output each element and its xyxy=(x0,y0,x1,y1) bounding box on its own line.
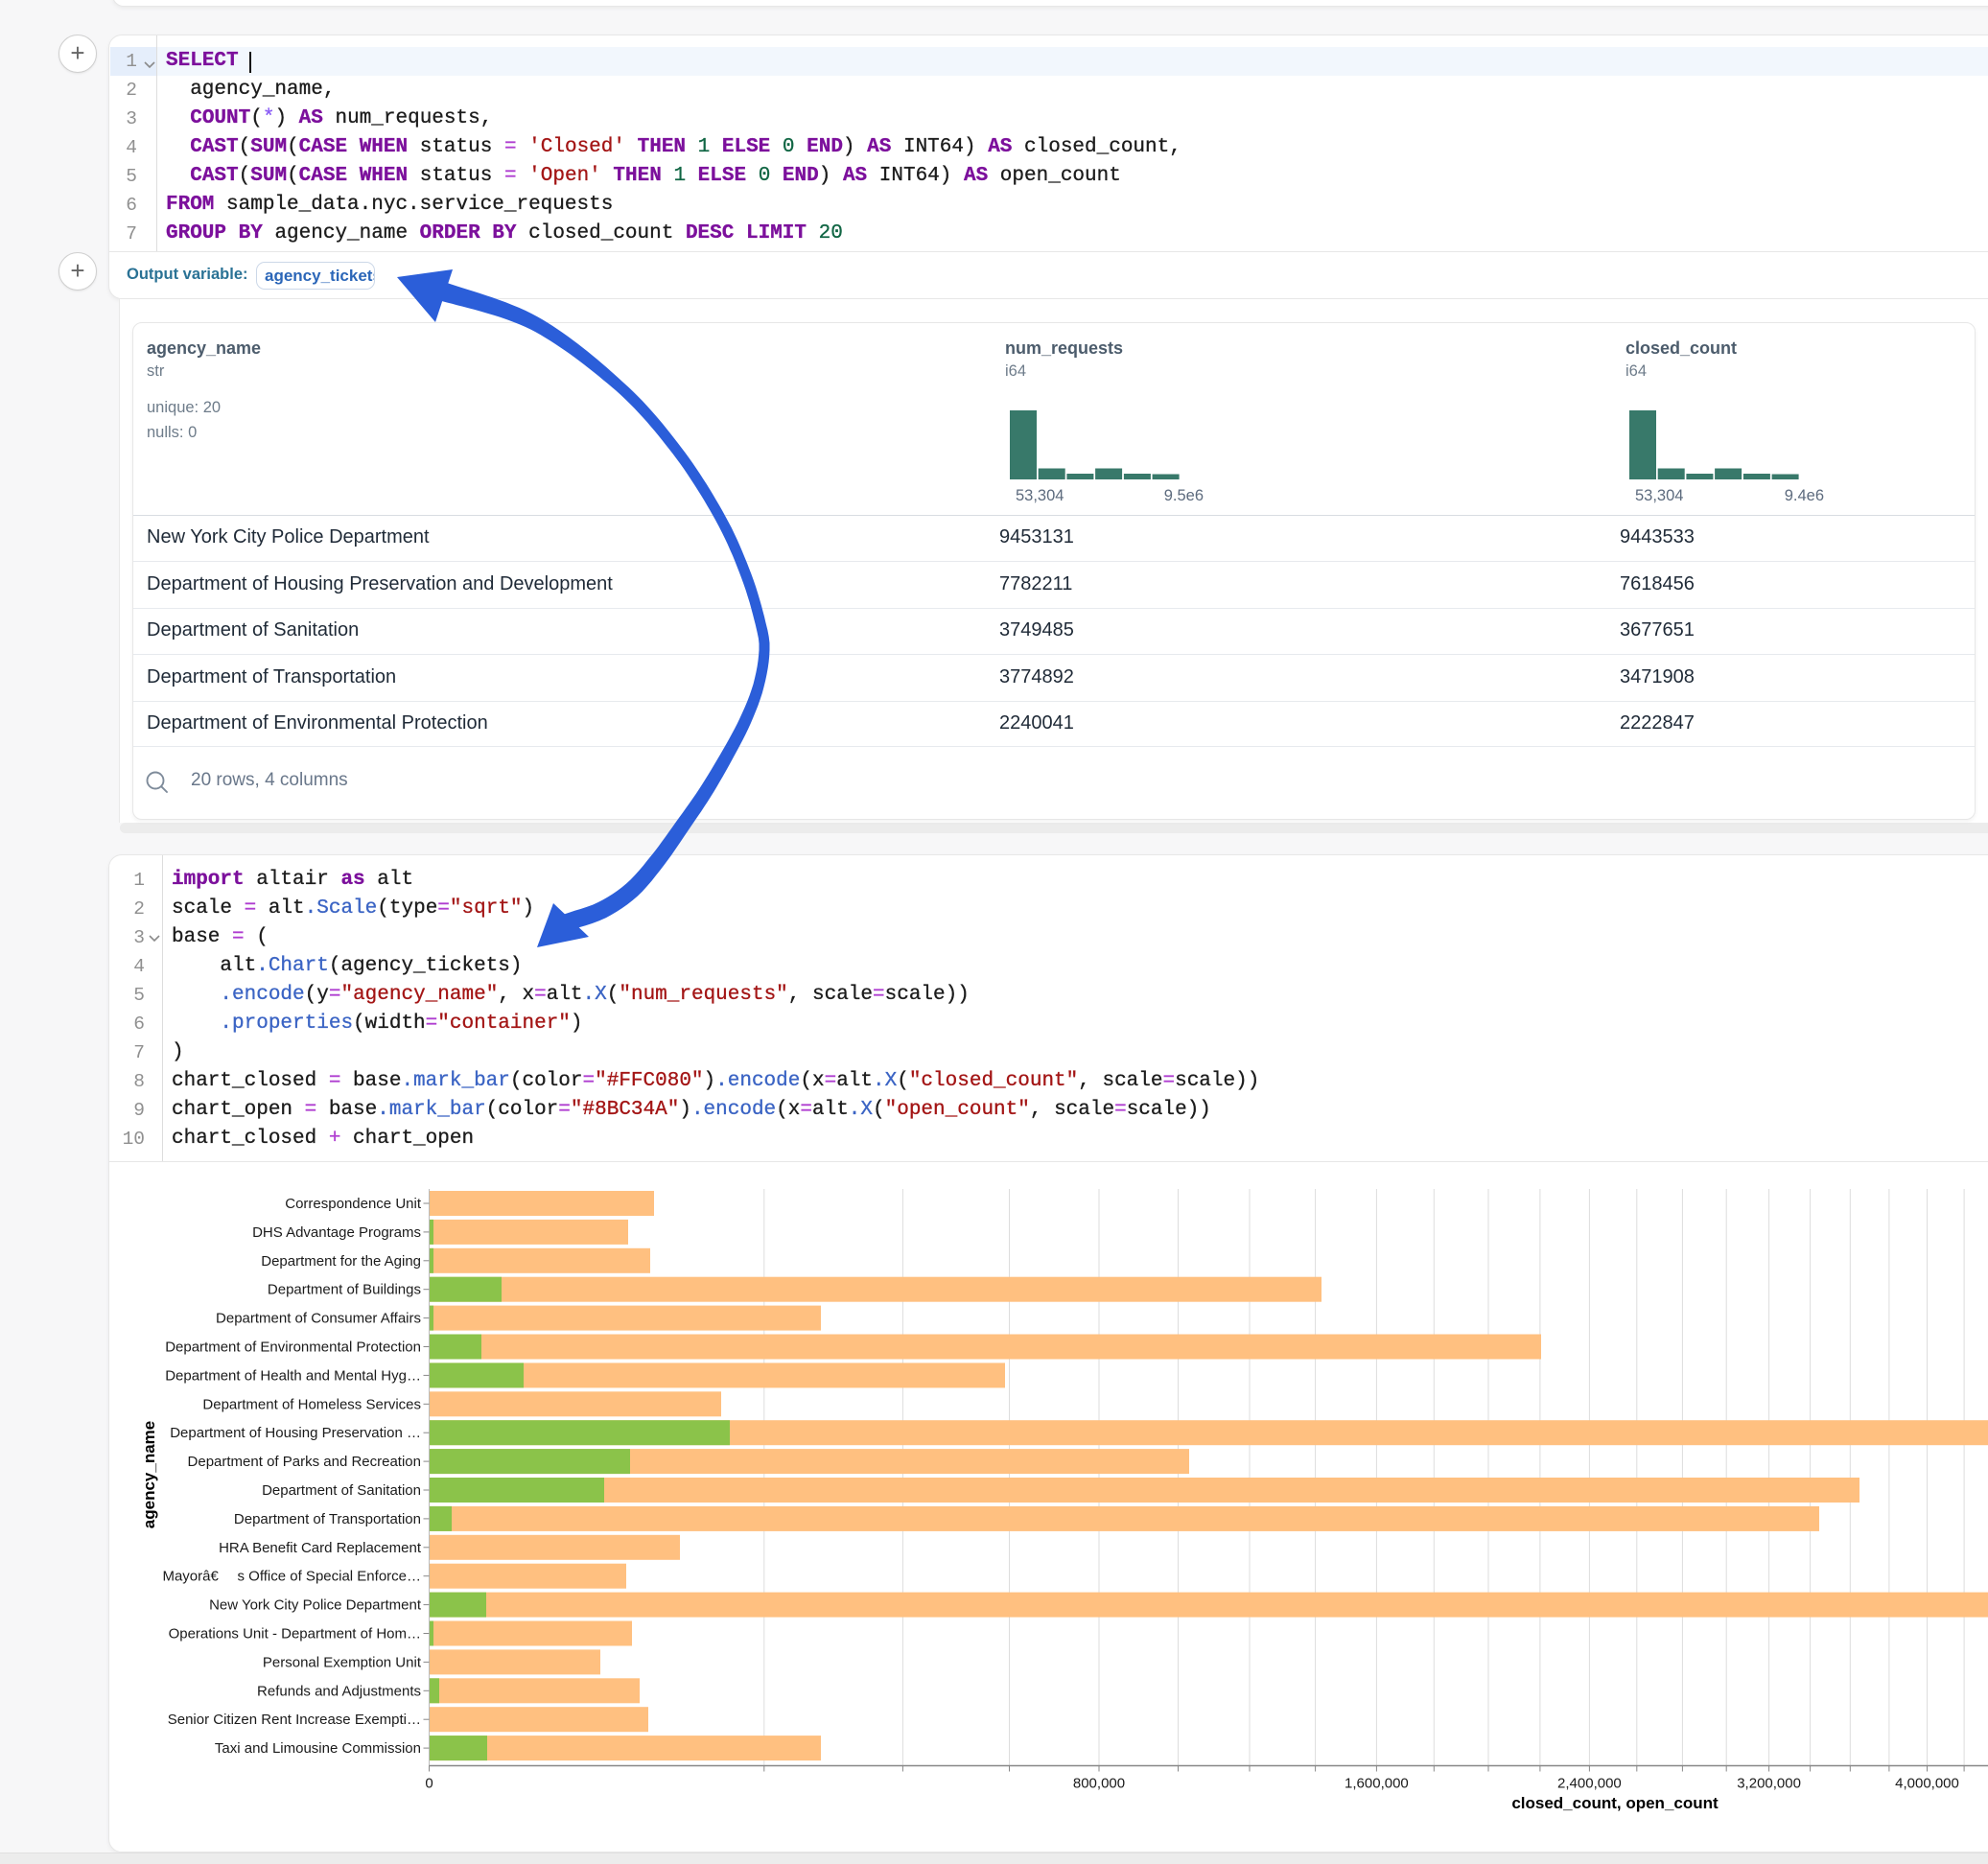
svg-text:Department of Housing Preserva: Department of Housing Preservation … xyxy=(170,1425,421,1441)
svg-text:Department of Environmental Pr: Department of Environmental Protection xyxy=(165,1340,421,1356)
svg-text:Personal Exemption Unit: Personal Exemption Unit xyxy=(263,1654,422,1670)
svg-text:1,600,000: 1,600,000 xyxy=(1345,1776,1409,1792)
svg-text:Mayorâ€ s Office of Special: Mayorâ€ s Office of Special Enforce… xyxy=(162,1569,421,1585)
svg-text:HRA Benefit Card Replacement: HRA Benefit Card Replacement xyxy=(219,1540,422,1556)
svg-text:Department of Sanitation: Department of Sanitation xyxy=(262,1482,421,1499)
svg-text:Refunds and Adjustments: Refunds and Adjustments xyxy=(257,1683,421,1699)
svg-text:New York City Police Departmen: New York City Police Department xyxy=(209,1597,422,1614)
svg-text:Correspondence Unit: Correspondence Unit xyxy=(285,1196,422,1212)
svg-text:Department of Consumer Affairs: Department of Consumer Affairs xyxy=(216,1311,421,1327)
svg-text:Department of Parks and Recrea: Department of Parks and Recreation xyxy=(188,1454,421,1470)
svg-text:800,000: 800,000 xyxy=(1073,1776,1125,1792)
svg-text:Taxi and Limousine Commission: Taxi and Limousine Commission xyxy=(215,1740,421,1757)
svg-text:closed_count, open_count: closed_count, open_count xyxy=(1511,1794,1719,1812)
svg-text:Department of Homeless Service: Department of Homeless Services xyxy=(202,1396,421,1412)
svg-text:0: 0 xyxy=(425,1776,433,1792)
svg-text:3,200,000: 3,200,000 xyxy=(1737,1776,1801,1792)
svg-text:4,000,000: 4,000,000 xyxy=(1895,1776,1959,1792)
svg-text:Department of Buildings: Department of Buildings xyxy=(268,1282,421,1298)
svg-text:Department for the Aging: Department for the Aging xyxy=(261,1253,421,1270)
svg-text:agency_name: agency_name xyxy=(140,1421,158,1528)
svg-text:DHS Advantage Programs: DHS Advantage Programs xyxy=(252,1224,421,1241)
svg-text:Operations Unit - Department o: Operations Unit - Department of Hom… xyxy=(169,1626,421,1643)
svg-text:Department of Transportation: Department of Transportation xyxy=(234,1511,421,1527)
svg-text:2,400,000: 2,400,000 xyxy=(1557,1776,1622,1792)
svg-text:Department of Health and Menta: Department of Health and Mental Hyg… xyxy=(165,1367,421,1384)
svg-text:Senior Citizen Rent Increase E: Senior Citizen Rent Increase Exempti… xyxy=(168,1712,421,1728)
